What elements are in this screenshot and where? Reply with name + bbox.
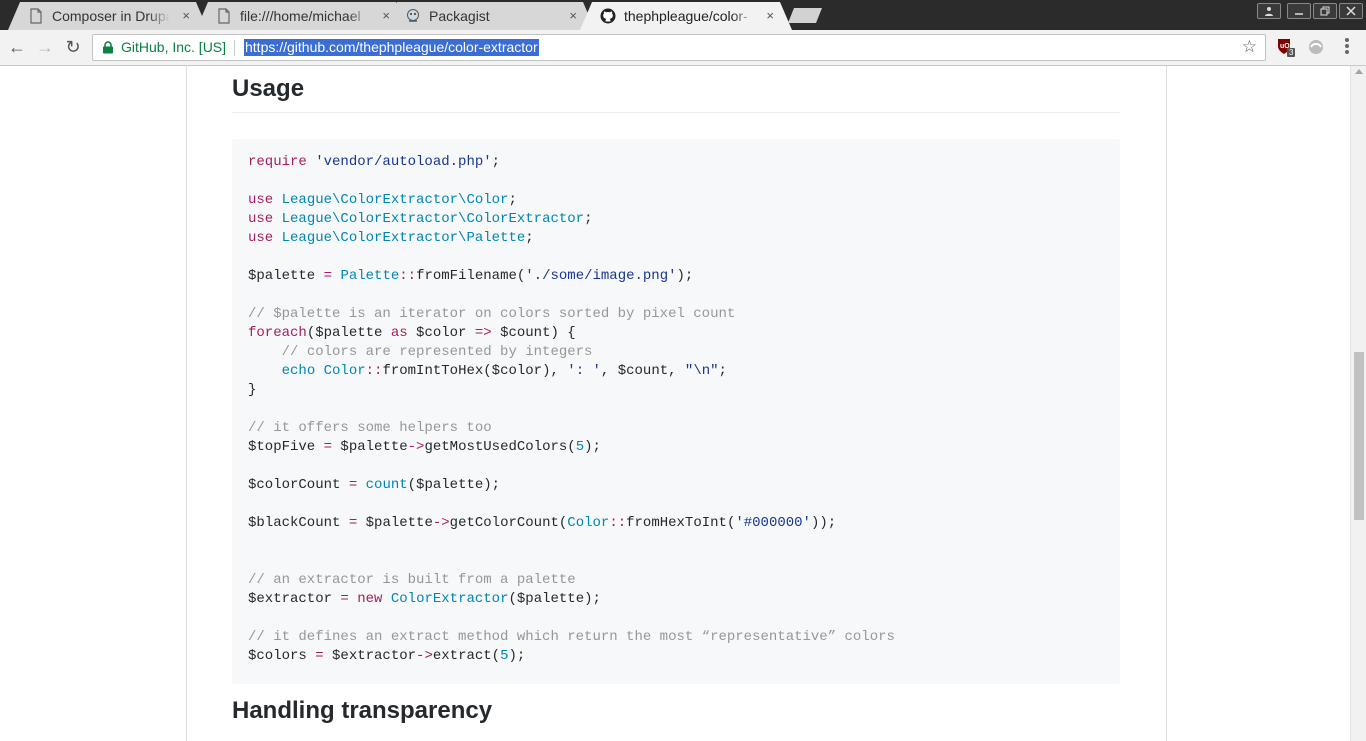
tab-composer-in-drupal[interactable]: Composer in Drupal × [8,2,208,30]
extension-icon[interactable] [1307,38,1325,56]
address-bar[interactable]: GitHub, Inc. [US] https://github.com/the… [92,34,1266,61]
code-block: require 'vendor/autoload.php'; use Leagu… [232,139,1120,684]
forward-button[interactable]: → [34,36,56,58]
close-window-icon[interactable] [1339,3,1363,19]
tab-title: thephpleague/color- [624,3,754,29]
tab-packagist[interactable]: Packagist × [385,2,595,30]
usage-heading: Usage [232,74,1120,113]
address-separator [234,40,235,56]
tab-title: Packagist [429,3,557,29]
tab-title: Composer in Drupal [52,3,170,29]
site-identity[interactable]: GitHub, Inc. [US] [121,39,226,55]
lock-icon [103,41,113,54]
packagist-icon [405,8,421,24]
forward-arrow-icon: → [36,37,54,57]
tab-file-home[interactable]: file:///home/michael × [196,2,408,30]
tab-thephpleague-color-extractor[interactable]: thephpleague/color- × [580,2,792,30]
browser-toolbar: ← → ↻ GitHub, Inc. [US] https://github.c… [0,30,1366,66]
back-button[interactable]: ← [6,36,28,58]
page-icon [216,8,232,24]
handling-transparency-heading: Handling transparency [232,697,493,724]
readme-container: Usage require 'vendor/autoload.php'; use… [186,66,1167,741]
close-icon[interactable]: × [569,3,577,29]
reload-button[interactable]: ↻ [62,36,84,58]
bookmark-star-icon[interactable]: ☆ [1242,37,1257,57]
tab-strip: Composer in Drupal × file:///home/michae… [0,0,1366,30]
menu-icon[interactable] [1345,38,1349,56]
vertical-scrollbar[interactable] [1350,66,1366,741]
page-viewport: Usage require 'vendor/autoload.php'; use… [0,66,1350,741]
close-icon[interactable]: × [182,3,190,29]
page-icon [28,8,44,24]
minimize-icon[interactable] [1287,3,1311,19]
reload-icon: ↻ [65,37,81,57]
new-tab-button[interactable] [788,8,822,23]
php-code: require 'vendor/autoload.php'; use Leagu… [248,154,895,664]
tab-title: file:///home/michael [240,3,370,29]
github-icon [600,8,616,24]
restore-icon[interactable] [1313,3,1337,19]
scroll-thumb[interactable] [1354,352,1364,520]
url-text[interactable]: https://github.com/thephpleague/color-ex… [244,39,539,56]
back-arrow-icon: ← [8,37,26,57]
extension-badge: 3 [1287,48,1296,57]
scroll-up-arrow-icon[interactable] [1355,69,1363,74]
close-icon[interactable]: × [766,3,774,29]
ublock-extension-icon[interactable]: uO 3 [1276,38,1296,57]
profile-icon[interactable] [1257,3,1281,19]
